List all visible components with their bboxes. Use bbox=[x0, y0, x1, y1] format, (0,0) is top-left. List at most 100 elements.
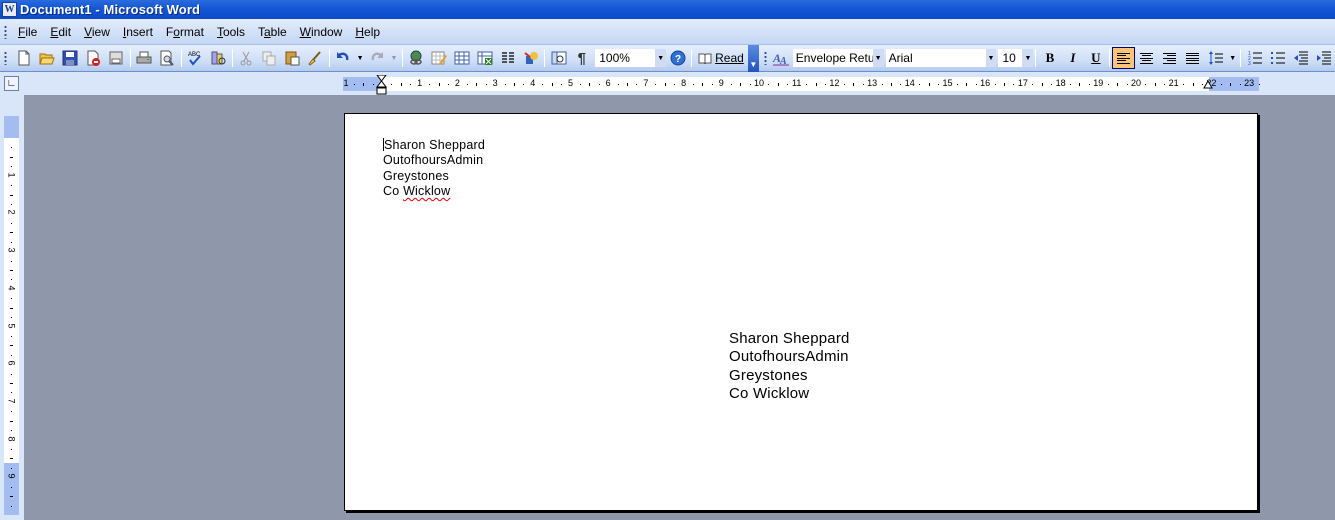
align-left-button[interactable] bbox=[1112, 47, 1136, 69]
menu-file[interactable]: File bbox=[13, 22, 45, 42]
bullets-button[interactable] bbox=[1266, 47, 1289, 69]
align-right-icon bbox=[1163, 52, 1177, 64]
research-button[interactable] bbox=[207, 47, 230, 69]
zoom-dropdown-arrow[interactable]: ▼ bbox=[655, 49, 667, 67]
drawing-button[interactable] bbox=[519, 47, 542, 69]
menu-grip-handle[interactable] bbox=[4, 24, 7, 39]
ruler-label: 15 bbox=[942, 78, 953, 88]
toolbar: ABC ▼ ▼ ¶ 100% ▼ ? Read ▼ A A Envelope R… bbox=[0, 44, 1335, 72]
delivery-address[interactable]: Sharon Sheppard OutofhoursAdmin Greyston… bbox=[729, 330, 850, 404]
left-tab-icon: ∟ bbox=[6, 78, 17, 89]
redo-dropdown[interactable]: ▼ bbox=[389, 49, 400, 67]
underline-button[interactable]: U bbox=[1084, 47, 1107, 69]
menu-window[interactable]: Window bbox=[295, 22, 351, 42]
bold-button[interactable]: B bbox=[1038, 47, 1061, 69]
research-icon bbox=[211, 51, 226, 65]
toolbar-separator bbox=[1035, 49, 1037, 67]
formatting-toolbar-grip[interactable] bbox=[763, 51, 767, 65]
misspelled-word[interactable]: Wicklow bbox=[403, 184, 450, 198]
increase-indent-button[interactable] bbox=[1312, 47, 1335, 69]
print-preview-button[interactable] bbox=[156, 47, 179, 69]
envelope-page[interactable]: Sharon Sheppard OutofhoursAdmin Greyston… bbox=[344, 113, 1258, 511]
cut-button[interactable] bbox=[235, 47, 258, 69]
tables-borders-button[interactable] bbox=[427, 47, 450, 69]
paste-button[interactable] bbox=[281, 47, 304, 69]
ruler-tick bbox=[1154, 83, 1156, 86]
font-size-dropdown-arrow[interactable]: ▼ bbox=[1022, 49, 1034, 67]
menu-table[interactable]: Table bbox=[253, 22, 295, 42]
horizontal-ruler[interactable]: 1 1 2 3 4 5 6 7 8 9 10 11 12 13 14 15 16 17 18 19 20 21 22 23 bbox=[343, 77, 1260, 91]
print-button[interactable] bbox=[133, 47, 156, 69]
insert-table-button[interactable] bbox=[450, 47, 473, 69]
align-center-button[interactable] bbox=[1135, 47, 1158, 69]
undo-dropdown[interactable]: ▼ bbox=[355, 49, 366, 67]
ruler-tick bbox=[928, 83, 930, 86]
ruler-tick bbox=[589, 83, 591, 86]
spelling-icon: ABC bbox=[188, 52, 201, 66]
ruler-tick bbox=[1032, 84, 1034, 85]
horizontal-ruler-bar: ∟ 1 1 2 3 4 5 6 7 8 9 10 11 12 13 14 15 16 17 18 19 20 21 22 23 bbox=[0, 72, 1335, 95]
new-button[interactable] bbox=[13, 47, 36, 69]
columns-button[interactable] bbox=[496, 47, 519, 69]
permission-button[interactable] bbox=[82, 47, 105, 69]
format-painter-button[interactable] bbox=[304, 47, 327, 69]
ruler-tick bbox=[11, 467, 12, 469]
undo-button[interactable] bbox=[332, 47, 355, 69]
menu-edit[interactable]: Edit bbox=[45, 22, 79, 42]
menu-help[interactable]: Help bbox=[350, 22, 388, 42]
show-hide-button[interactable]: ¶ bbox=[570, 47, 593, 69]
ruler-label: 17 bbox=[1017, 78, 1028, 88]
menu-bar: File Edit View Insert Format Tools Table… bbox=[0, 19, 1335, 45]
decrease-indent-button[interactable] bbox=[1289, 47, 1312, 69]
numbering-button[interactable]: 123 bbox=[1243, 47, 1266, 69]
line-spacing-button[interactable] bbox=[1204, 47, 1227, 69]
standard-toolbar-grip[interactable] bbox=[4, 51, 7, 65]
word-icon[interactable]: W bbox=[2, 2, 17, 17]
ruler-tick bbox=[1220, 84, 1222, 85]
permission-icon bbox=[87, 50, 101, 66]
return-address[interactable]: Sharon Sheppard OutofhoursAdmin Greyston… bbox=[383, 138, 485, 200]
zoom-combobox[interactable]: 100% bbox=[595, 49, 656, 67]
save-button[interactable] bbox=[59, 47, 82, 69]
vertical-ruler[interactable]: 1 2 3 4 5 6 7 8 9 bbox=[4, 116, 19, 515]
ruler-tick bbox=[956, 84, 958, 85]
font-size-combobox[interactable]: 10 bbox=[998, 49, 1023, 67]
email-button[interactable] bbox=[105, 47, 128, 69]
tab-selector-button[interactable]: ∟ bbox=[4, 76, 19, 91]
redo-button[interactable] bbox=[366, 47, 389, 69]
delivery-address-line: Sharon Sheppard bbox=[729, 330, 850, 347]
hyperlink-button[interactable] bbox=[405, 47, 428, 69]
title-bar: W Document1 - Microsoft Word bbox=[0, 0, 1335, 19]
justify-button[interactable] bbox=[1181, 47, 1204, 69]
indent-marker-handle[interactable] bbox=[376, 75, 387, 95]
document-map-button[interactable] bbox=[547, 47, 570, 69]
ruler-tick bbox=[711, 84, 713, 85]
italic-button[interactable]: I bbox=[1061, 47, 1084, 69]
toolbar-separator bbox=[401, 49, 403, 67]
ruler-tick bbox=[11, 317, 12, 319]
menu-tools[interactable]: Tools bbox=[212, 22, 253, 42]
spelling-button[interactable]: ABC bbox=[184, 47, 207, 69]
copy-button[interactable] bbox=[258, 47, 281, 69]
read-button[interactable]: Read bbox=[694, 47, 748, 69]
menu-insert[interactable]: Insert bbox=[118, 22, 161, 42]
menu-view[interactable]: View bbox=[79, 22, 118, 42]
ruler-tick bbox=[447, 84, 449, 85]
font-dropdown-arrow[interactable]: ▼ bbox=[985, 49, 997, 67]
menu-format[interactable]: Format bbox=[161, 22, 212, 42]
help-button[interactable]: ? bbox=[666, 47, 689, 69]
right-indent-marker[interactable] bbox=[1203, 80, 1213, 90]
styles-formatting-button[interactable]: AA bbox=[770, 47, 793, 69]
toolbar-options-chevron[interactable]: ▼ bbox=[747, 44, 759, 72]
line-spacing-dropdown[interactable]: ▼ bbox=[1227, 49, 1238, 67]
align-right-button[interactable] bbox=[1158, 47, 1181, 69]
ruler-label: 9 bbox=[718, 78, 724, 88]
style-dropdown-arrow[interactable]: ▼ bbox=[872, 49, 884, 67]
font-combobox[interactable]: Arial bbox=[885, 49, 986, 67]
ruler-tick bbox=[523, 84, 525, 85]
ruler-tick bbox=[693, 84, 695, 85]
insert-excel-button[interactable] bbox=[473, 47, 496, 69]
ruler-tick bbox=[372, 84, 374, 85]
style-combobox[interactable]: Envelope Retur bbox=[792, 49, 873, 67]
open-button[interactable] bbox=[36, 47, 59, 69]
